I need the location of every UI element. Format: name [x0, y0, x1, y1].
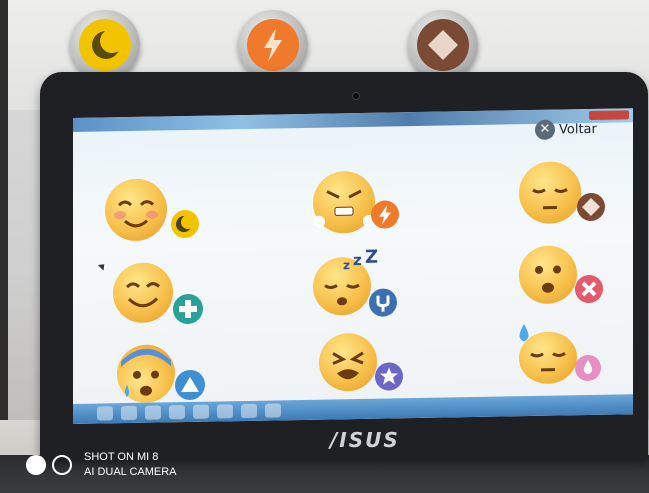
- sweat-drop-icon: [519, 324, 529, 342]
- emotion-smiling-blush[interactable]: [105, 178, 205, 244]
- taskbar-item[interactable]: [193, 404, 209, 419]
- lightning-icon: [379, 205, 391, 225]
- fork-badge: [369, 288, 397, 317]
- back-button-label: Voltar: [559, 121, 597, 138]
- wall-button-lightning[interactable]: [238, 10, 308, 80]
- sad-face-icon: [535, 265, 561, 293]
- anxious-cold-sweat-face-icon: [121, 348, 171, 398]
- close-icon: ✕: [535, 119, 555, 140]
- svg-text:z: z: [353, 251, 362, 269]
- star-badge: [375, 362, 403, 391]
- webcam: [352, 92, 360, 100]
- app-screen: ✕ Voltar z z Z: [73, 108, 633, 425]
- watermark-line2: AI DUAL CAMERA: [84, 466, 177, 478]
- angry-steam-face: [313, 170, 375, 234]
- plus-badge: [173, 293, 203, 325]
- triangle-badge: [175, 369, 205, 401]
- taskbar-item[interactable]: [121, 405, 137, 421]
- taskbar-item[interactable]: [217, 404, 233, 419]
- emotion-tired[interactable]: [319, 332, 419, 396]
- diamond-icon: [582, 197, 600, 216]
- emotion-downcast-sweat[interactable]: [519, 322, 619, 386]
- start-button[interactable]: [97, 406, 113, 421]
- drop-icon: [583, 360, 593, 375]
- emotion-happy[interactable]: [113, 262, 213, 330]
- fork-icon: [376, 295, 390, 312]
- happy-face-icon: [125, 282, 161, 308]
- pensive-face: [519, 161, 581, 225]
- moon-badge: [171, 209, 199, 239]
- diamond-badge: [577, 192, 605, 222]
- emotion-sad[interactable]: [519, 244, 619, 312]
- watermark-line1: SHOT ON MI 8: [84, 451, 159, 463]
- moon-icon: [176, 214, 195, 233]
- angry-steam-face-icon: [313, 189, 375, 228]
- pensive-face-icon: [532, 188, 568, 210]
- x-icon: [581, 281, 597, 297]
- drop-badge: [575, 354, 601, 382]
- emotion-angry[interactable]: [313, 170, 413, 238]
- emotion-pensive[interactable]: [519, 160, 619, 228]
- smiling-blush-face-icon: [114, 200, 158, 228]
- taskbar-item[interactable]: [265, 403, 281, 418]
- taskbar-item[interactable]: [241, 403, 257, 419]
- diamond-icon: [428, 30, 458, 60]
- smiling-blush-face: [105, 178, 167, 242]
- happy-face: [113, 262, 173, 324]
- laptop-brand-logo: /ISUS: [330, 428, 400, 452]
- moon-icon: [92, 29, 124, 59]
- anxious-cold-sweat-face: [117, 344, 175, 404]
- lightning-icon: [264, 28, 282, 62]
- back-button[interactable]: ✕ Voltar: [535, 119, 597, 140]
- emotion-anxious[interactable]: [117, 343, 217, 405]
- svg-text:Z: Z: [365, 247, 378, 268]
- emotion-sleeping[interactable]: z z Z: [313, 247, 413, 320]
- taskbar-item[interactable]: [169, 405, 185, 420]
- wall-button-diamond[interactable]: [408, 10, 478, 80]
- star-icon: [380, 367, 398, 385]
- svg-text:z: z: [343, 258, 350, 272]
- sad-face: [519, 245, 577, 305]
- camera-watermark-dot: [26, 455, 46, 475]
- camera-watermark-ring: [52, 455, 72, 475]
- tired-face-icon: [332, 351, 364, 380]
- plus-icon: [179, 299, 197, 319]
- wall-button-moon[interactable]: [70, 10, 140, 80]
- x-badge: [575, 274, 603, 304]
- tired-face: [319, 332, 377, 392]
- triangle-icon: [181, 376, 199, 393]
- taskbar-item[interactable]: [145, 405, 161, 420]
- lightning-badge: [371, 200, 399, 229]
- zzz-icon: z z Z: [343, 247, 378, 273]
